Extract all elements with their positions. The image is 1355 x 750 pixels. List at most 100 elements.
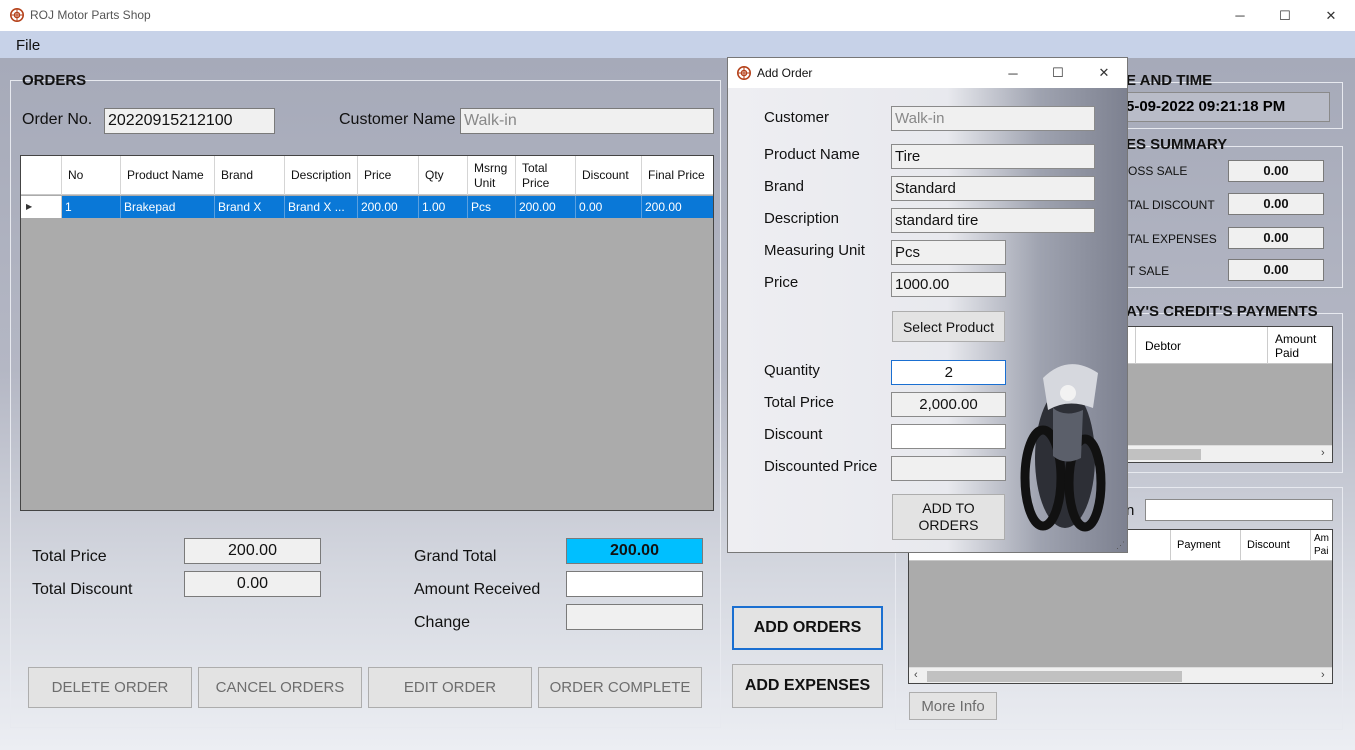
add-expenses-button[interactable]: ADD EXPENSES [732,664,883,708]
delete-order-button[interactable]: DELETE ORDER [28,667,192,708]
column-header[interactable]: Discount [576,156,642,195]
column-header[interactable]: Qty [419,156,468,195]
column-header[interactable]: Debtor [1135,327,1268,364]
table-cell: 1.00 [419,196,468,218]
order-complete-button[interactable]: ORDER COMPLETE [538,667,702,708]
row-selector[interactable]: ▶ [21,196,62,218]
price-label: Price [764,274,799,291]
datetime-display: 5-09-2022 09:21:18 PM [1105,92,1330,122]
gross-sale-value: 0.00 [1228,160,1324,182]
add-to-orders-button[interactable]: ADD TO ORDERS [892,494,1005,540]
column-header[interactable]: Price [358,156,419,195]
discounted-price-field[interactable] [891,456,1006,481]
grand-total-field[interactable]: 200.00 [566,538,703,564]
select-product-button[interactable]: Select Product [892,311,1005,342]
window-titlebar: ROJ Motor Parts Shop ─ ☐ ✕ [0,0,1355,31]
dialog-total-price-label: Total Price [764,394,835,411]
table-cell: 200.00 [516,196,576,218]
table-cell: Brand X [215,196,285,218]
column-header[interactable]: Amount Paid [1268,327,1332,364]
search-input[interactable] [1145,499,1333,521]
sales-summary-title: ES SUMMARY [1126,136,1228,153]
brand-label: Brand [764,178,805,195]
edit-order-button[interactable]: EDIT ORDER [368,667,532,708]
column-header[interactable]: Description [285,156,358,195]
more-info-button[interactable]: More Info [909,692,997,720]
table-cell: Brakepad [121,196,215,218]
orders-table-header: No Product Name Brand Description Price … [21,156,713,195]
scrollbar-thumb[interactable] [927,671,1182,682]
column-header[interactable]: Final Price [642,156,713,195]
quantity-field[interactable]: 2 [891,360,1006,385]
orders-table[interactable]: No Product Name Brand Description Price … [20,155,714,511]
order-no-field[interactable]: 20220915212100 [104,108,275,134]
table-cell: 0.00 [576,196,642,218]
dialog-close-button[interactable]: ✕ [1081,58,1127,88]
app-logo-icon [737,66,751,80]
credit-payments-title: AY'S CREDIT'S PAYMENTS [1126,303,1318,320]
table-cell: 1 [62,196,121,218]
scroll-left-icon[interactable]: ‹ [914,669,918,681]
maximize-button[interactable]: ☐ [1262,0,1308,31]
row-header-corner [21,156,62,195]
order-no-label: Order No. [22,111,93,128]
orders-group-title: ORDERS [22,72,87,89]
description-field[interactable]: standard tire [891,208,1095,233]
total-price-field[interactable]: 200.00 [184,538,321,564]
column-header[interactable]: Product Name [121,156,215,195]
customer-name-label: Customer Name [339,111,456,128]
dialog-title: Add Order [757,66,813,80]
amount-received-label: Amount Received [414,581,541,598]
app-logo-icon [10,8,24,22]
amount-received-field[interactable] [566,571,703,597]
credit-table-header: Debtor Amount Paid [1101,327,1332,364]
column-header[interactable]: Am Pai [1310,530,1332,561]
window-title: ROJ Motor Parts Shop [30,8,151,22]
product-name-field[interactable]: Tire [891,144,1095,169]
horizontal-scrollbar[interactable]: › [1101,445,1332,462]
column-header[interactable]: Msrng Unit [468,156,516,195]
add-orders-button[interactable]: ADD ORDERS [732,606,883,650]
dialog-titlebar: Add Order ─ ☐ ✕ [728,58,1127,88]
dialog-maximize-button[interactable]: ☐ [1035,58,1081,88]
column-header[interactable]: No [62,156,121,195]
column-header[interactable]: Discount [1240,530,1310,561]
customer-name-field[interactable]: Walk-in [460,108,714,134]
menu-bar: File [0,31,1355,58]
dialog-total-price-field[interactable]: 2,000.00 [891,392,1006,417]
change-field[interactable] [566,604,703,630]
price-field[interactable]: 1000.00 [891,272,1006,297]
minimize-button[interactable]: ─ [1217,0,1263,31]
brand-field[interactable]: Standard [891,176,1095,201]
dialog-minimize-button[interactable]: ─ [990,58,1036,88]
credit-payments-table[interactable]: Debtor Amount Paid › [1100,326,1333,463]
close-button[interactable]: ✕ [1308,0,1354,31]
cancel-orders-button[interactable]: CANCEL ORDERS [198,667,362,708]
measuring-unit-field[interactable]: Pcs [891,240,1006,265]
description-label: Description [764,210,840,227]
net-sale-value: 0.00 [1228,259,1324,281]
column-header[interactable]: Payment [1170,530,1240,561]
horizontal-scrollbar[interactable]: ‹ › [909,667,1332,683]
grand-total-label: Grand Total [414,548,497,565]
table-cell: 200.00 [358,196,419,218]
dialog-body: Customer Walk-in Product Name Tire Brand… [728,88,1127,552]
total-price-label: Total Price [32,548,107,565]
scroll-right-icon[interactable]: › [1321,447,1325,459]
net-sale-label: T SALE [1128,264,1170,278]
table-cell: Brand X ... [285,196,358,218]
dialog-customer-field[interactable]: Walk-in [891,106,1095,131]
scroll-right-icon[interactable]: › [1321,669,1325,681]
total-discount-summary-value: 0.00 [1228,193,1324,215]
quantity-label: Quantity [764,362,820,379]
resize-grip-icon[interactable]: ⋰ [1116,540,1125,551]
table-row[interactable]: 1 Brakepad Brand X Brand X ... 200.00 1.… [62,196,713,218]
dialog-discount-label: Discount [764,426,823,443]
menu-file[interactable]: File [16,37,40,54]
customer-label: Customer [764,109,830,126]
column-header[interactable]: Total Price [516,156,576,195]
total-discount-field[interactable]: 0.00 [184,571,321,597]
add-order-dialog: Add Order ─ ☐ ✕ Customer Walk-in Product… [727,57,1128,553]
column-header[interactable]: Brand [215,156,285,195]
dialog-discount-field[interactable] [891,424,1006,449]
